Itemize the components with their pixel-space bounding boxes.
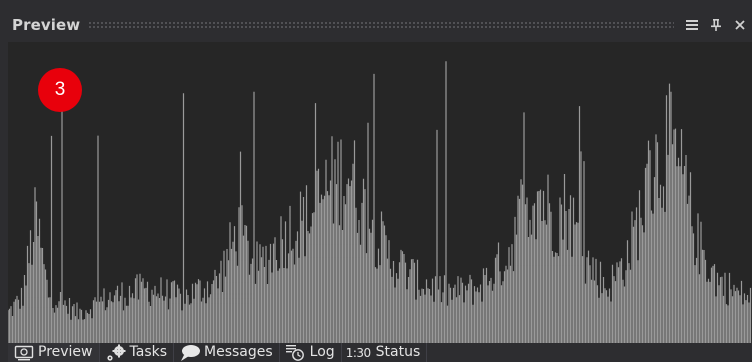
badge-count: 3	[54, 79, 66, 100]
status-icon: 1:30	[346, 343, 371, 362]
speech-bubble-icon	[178, 343, 202, 362]
tab-label: Preview	[38, 344, 93, 360]
tab-label: Messages	[204, 344, 273, 360]
audio-waveform	[8, 61, 752, 343]
tab-messages[interactable]: Messages	[174, 343, 280, 362]
tab-label: Status	[375, 344, 421, 360]
preview-icon	[12, 343, 36, 362]
tab-tasks[interactable]: Tasks	[100, 343, 175, 362]
panel-titlebar[interactable]: Preview	[8, 8, 752, 42]
log-clock-icon	[284, 343, 308, 362]
tab-label: Log	[309, 344, 335, 360]
notification-badge: 3	[38, 68, 82, 112]
tab-preview[interactable]: Preview	[8, 343, 100, 362]
hamburger-menu-icon[interactable]	[680, 13, 704, 37]
close-icon[interactable]	[728, 13, 752, 37]
preview-area: 3	[8, 42, 752, 343]
titlebar-grip[interactable]	[88, 21, 674, 29]
gears-icon	[104, 343, 128, 362]
bottom-tab-bar: Preview Tasks Messages Log 1:30 Status	[8, 343, 752, 362]
tab-label: Tasks	[129, 344, 168, 360]
pin-icon[interactable]	[704, 13, 728, 37]
panel-title: Preview	[12, 16, 81, 34]
tab-status[interactable]: 1:30 Status	[342, 343, 428, 362]
status-icon-text: 1:30	[345, 345, 371, 360]
preview-panel: Preview 3 Preview Tasks Messages Log 1:3…	[8, 8, 752, 362]
tab-log[interactable]: Log	[280, 343, 342, 362]
waveform-bars	[8, 61, 752, 343]
